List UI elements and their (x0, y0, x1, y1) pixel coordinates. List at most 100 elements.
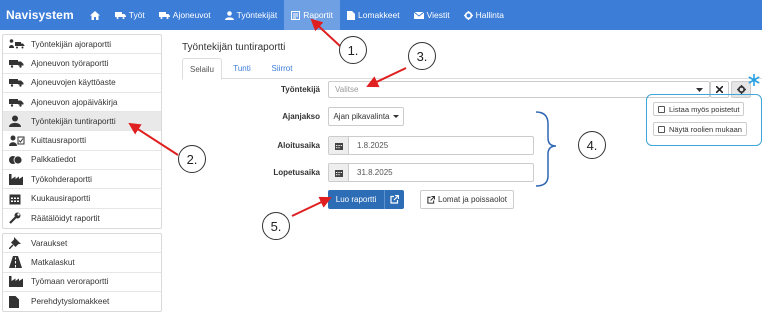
start-label: Aloitusaika (277, 141, 320, 150)
nav-label: Hallinta (475, 10, 504, 20)
file-icon (9, 295, 27, 308)
report-tabs: Selailu Tunti Siirrot (182, 58, 762, 80)
envelope-icon (413, 11, 424, 19)
start-date-field[interactable]: 1.8.2025 (328, 136, 534, 155)
sidebar-item-label: Työntekijän ajoraportti (31, 39, 112, 49)
start-date-value: 1.8.2025 (357, 141, 389, 150)
show-by-role-option[interactable]: Näytä roolien mukaan (653, 122, 747, 136)
nav-label: Viestit (426, 10, 450, 20)
sidebar-item-tyontekijan-tuntiraportti[interactable]: Työntekijän tuntiraportti (3, 112, 161, 132)
nav-label: Lomakkeet (358, 10, 400, 20)
employee-placeholder: Valitse (335, 85, 359, 94)
sidebar-item-ajoneuvon-tyoraportti[interactable]: Ajoneuvon työraportti (3, 54, 161, 74)
truck-icon (9, 59, 27, 68)
gear-icon (463, 10, 473, 20)
factory-icon (9, 276, 27, 288)
sidebar-item-label: Työmaan veroraportti (31, 277, 109, 287)
home-icon (89, 10, 100, 20)
nav-tyot[interactable]: Työt (108, 0, 152, 30)
sidebar-item-kuukausiraportti[interactable]: Kuukausiraportti (3, 189, 161, 209)
nav-label: Ajoneuvot (172, 10, 211, 20)
sidebar-item-label: Kuittausraportti (31, 136, 87, 146)
sidebar-item-varaukset[interactable]: Varaukset (3, 234, 161, 254)
sidebar-item-label: Kuukausiraportti (31, 194, 91, 204)
annotation-callout-4: 4. (578, 131, 606, 159)
sidebar-item-raatalo-raportit[interactable]: Räätälöidyt raportit (3, 209, 161, 228)
file-icon (347, 10, 355, 20)
sidebar-item-label: Räätälöidyt raportit (31, 213, 100, 223)
nav-home[interactable] (82, 0, 108, 30)
sidebar-group-other: Varaukset Matkalaskut Työmaan veroraport… (2, 232, 162, 313)
calendar-icon[interactable] (329, 164, 349, 181)
annotation-callout-3: 3. (408, 42, 436, 70)
gear-icon (736, 85, 746, 94)
nav-viestit[interactable]: Viestit (407, 0, 457, 30)
sidebar-item-kuittausraportti[interactable]: Kuittausraportti (3, 131, 161, 151)
nav-hallinta[interactable]: Hallinta (457, 0, 511, 30)
end-date-field[interactable]: 31.8.2025 (328, 163, 534, 182)
caret-down-icon (392, 115, 399, 118)
road-icon (9, 256, 27, 269)
sidebar-item-palkkatiedot[interactable]: Palkkatiedot (3, 151, 161, 171)
sidebar-item-ajoneuvon-ajopaivakirja[interactable]: Ajoneuvon ajopäiväkirja (3, 93, 161, 113)
nav-label: Työntekijät (236, 10, 278, 20)
brand-logo[interactable]: Navisystem (0, 8, 82, 22)
tab-siirrot[interactable]: Siirrot (262, 58, 302, 79)
report-sidebar: Työntekijän ajoraportti Ajoneuvon työrap… (2, 34, 162, 316)
period-label: Ajanjakso (282, 112, 320, 121)
checkbox[interactable] (658, 125, 665, 133)
user-icon (224, 10, 234, 20)
user-icon (9, 115, 27, 128)
truck-icon (158, 12, 170, 19)
sidebar-item-tyontekijan-ajoraportti[interactable]: Työntekijän ajoraportti (3, 35, 161, 55)
annotation-callout-5: 5. (262, 212, 290, 240)
show-deleted-option[interactable]: Listaa myös poistetut (653, 102, 745, 116)
nav-ajoneuvot[interactable]: Ajoneuvot (152, 0, 218, 30)
truck-icon (9, 78, 27, 87)
create-report-button[interactable]: Luo raportti (328, 190, 404, 209)
nav-raportit[interactable]: Raportit (284, 0, 340, 30)
sidebar-item-label: Työkohderaportti (31, 174, 92, 184)
tab-tunti[interactable]: Tunti (224, 58, 260, 79)
end-label: Lopetusaika (273, 168, 320, 177)
bracket-4 (535, 111, 557, 187)
money-icon (9, 155, 27, 165)
report-icon (291, 10, 301, 20)
nav-lomakkeet[interactable]: Lomakkeet (340, 0, 407, 30)
calendar-icon[interactable] (329, 137, 349, 154)
sidebar-item-perehdytyslomakkeet[interactable]: Perehdytyslomakkeet (3, 292, 161, 311)
nav-tyontekijat[interactable]: Työntekijät (218, 0, 285, 30)
external-link-icon (427, 195, 436, 204)
period-dropdown[interactable]: Ajan pikavalinta (328, 107, 404, 126)
sidebar-item-label: Matkalaskut (31, 257, 75, 267)
show-deleted-label: Listaa myös poistetut (669, 104, 740, 114)
sidebar-item-matkalaskut[interactable]: Matkalaskut (3, 253, 161, 273)
sidebar-item-label: Perehdytyslomakkeet (31, 297, 110, 306)
end-date-value: 31.8.2025 (357, 168, 393, 177)
page-title: Työntekijän tuntiraportti (182, 42, 286, 53)
sidebar-item-label: Työntekijän tuntiraportti (31, 116, 116, 126)
tab-selailu[interactable]: Selailu (182, 58, 222, 80)
sidebar-item-label: Ajoneuvojen käyttöaste (31, 78, 116, 88)
sidebar-item-label: Palkkatiedot (31, 155, 76, 165)
sidebar-item-label: Varaukset (31, 238, 68, 248)
sidebar-item-tyokohderaportti[interactable]: Työkohderaportti (3, 170, 161, 190)
user-check-icon (9, 135, 27, 147)
sidebar-group-reports: Työntekijän ajoraportti Ajoneuvon työrap… (2, 34, 162, 229)
sidebar-item-ajoneuvojen-kayttoaste[interactable]: Ajoneuvojen käyttöaste (3, 74, 161, 93)
absences-button[interactable]: Lomat ja poissaolot (420, 190, 514, 209)
wrench-icon (9, 212, 27, 225)
checkbox[interactable] (658, 105, 665, 113)
sidebar-item-tyomaan-veroraportti[interactable]: Työmaan veroraportti (3, 273, 161, 292)
arrow-5 (291, 196, 332, 217)
absences-label: Lomat ja poissaolot (438, 195, 507, 204)
pin-icon (9, 237, 27, 250)
asterisk-marker-icon (748, 74, 760, 86)
factory-icon (9, 173, 27, 185)
sidebar-item-label: Ajoneuvon työraportti (31, 58, 109, 68)
show-by-role-label: Näytä roolien mukaan (669, 124, 742, 134)
nav-label: Raportit (303, 10, 333, 20)
period-value: Ajan pikavalinta (333, 112, 390, 121)
sidebar-item-label: Ajoneuvon ajopäiväkirja (31, 97, 118, 107)
annotation-callout-2: 2. (178, 145, 206, 173)
